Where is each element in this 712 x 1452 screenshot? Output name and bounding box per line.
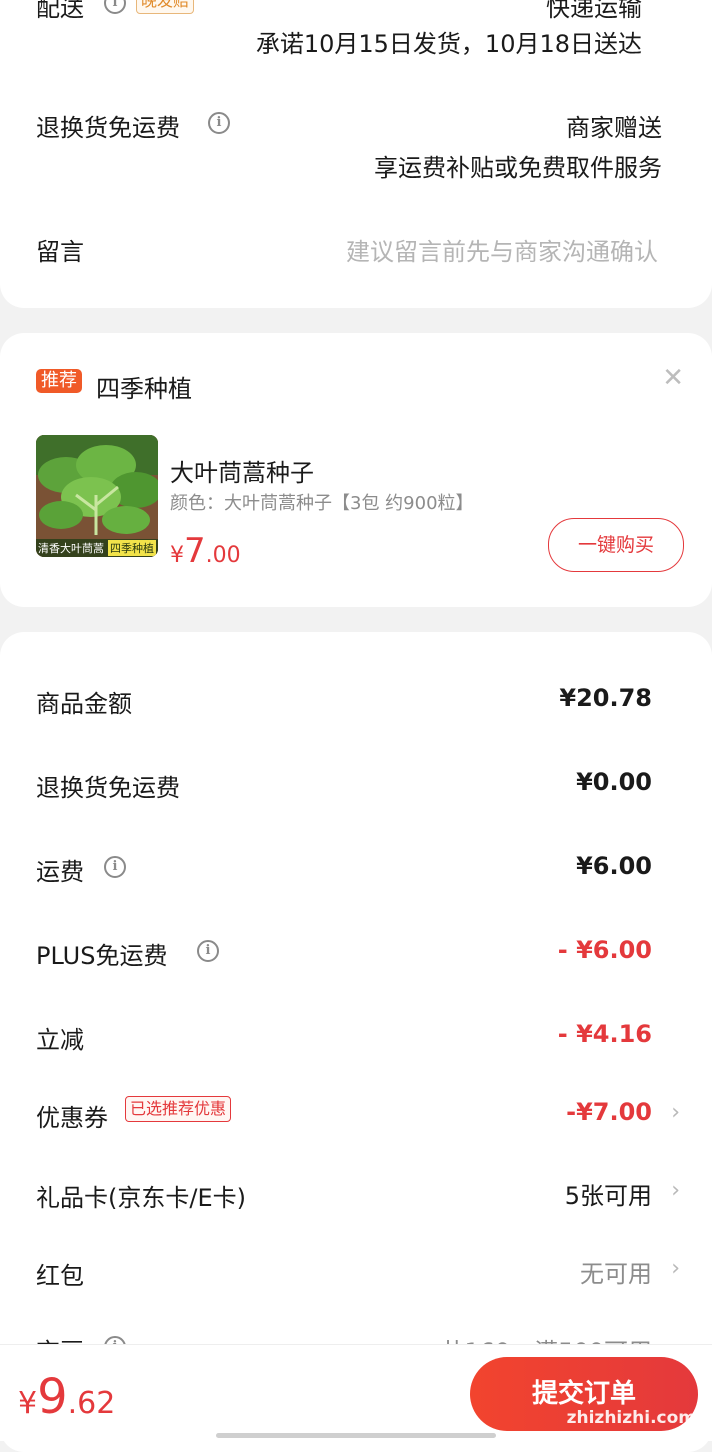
price-symbol: ¥ [170, 543, 184, 568]
one-click-buy-button[interactable]: 一键购买 [548, 518, 684, 572]
delivery-label: 配送 [36, 0, 84, 22]
seedling-icon [36, 435, 158, 557]
total-dec: .62 [67, 1386, 116, 1421]
return-shipping-desc: 享运费补贴或免费取件服务 [374, 154, 662, 182]
message-label: 留言 [36, 238, 84, 266]
red-packet-label: 红包 [36, 1262, 84, 1290]
close-icon[interactable]: ✕ [662, 363, 684, 393]
chevron-right-icon[interactable]: › [671, 1100, 680, 1125]
delivery-card: 配送 i 晚发赔 快递运输 承诺10月15日发货，10月18日送达 退换货免运费… [0, 0, 712, 308]
watermark-logo: zhizhizhi.com [560, 1356, 700, 1428]
info-icon[interactable]: i [104, 856, 126, 878]
image-caption-left: 清香大叶茼蒿 [38, 542, 104, 555]
price-int: 7 [184, 531, 206, 571]
return-fee-value: ¥0.00 [576, 768, 652, 796]
goods-amount-label: 商品金额 [36, 690, 132, 718]
freight-label: 运费 [36, 858, 84, 886]
delivery-method[interactable]: 快递运输 [546, 0, 642, 23]
instant-discount-label: 立减 [36, 1026, 84, 1054]
delivery-promise: 承诺10月15日发货，10月18日送达 [255, 30, 642, 58]
plus-free-shipping-value: - ¥6.00 [557, 936, 652, 964]
info-icon[interactable]: i [197, 940, 219, 962]
message-input[interactable]: 建议留言前先与商家沟通确认 [346, 232, 658, 267]
late-delivery-badge: 晚发赔 [136, 0, 195, 14]
coupon-label: 优惠券 [36, 1104, 108, 1132]
coupon-value[interactable]: -¥7.00 [566, 1098, 652, 1126]
freight-value: ¥6.00 [576, 852, 652, 880]
price-dec: .00 [205, 543, 241, 568]
image-caption-right: 四季种植 [108, 540, 156, 556]
instant-discount-value: - ¥4.16 [557, 1020, 652, 1048]
product-price: ¥7.00 [170, 531, 241, 571]
product-image[interactable]: 清香大叶茼蒿 四季种植 [36, 435, 158, 557]
shop-name[interactable]: 四季种植 [96, 369, 192, 404]
total-symbol: ¥ [18, 1386, 38, 1421]
total-price: ¥9.62 [18, 1369, 115, 1425]
gift-card-label: 礼品卡(京东卡/E卡) [36, 1184, 246, 1212]
total-int: 9 [37, 1369, 68, 1425]
home-indicator [216, 1433, 496, 1438]
plus-free-shipping-label: PLUS免运费 [36, 942, 168, 970]
watermark-text: zhizhizhi.com [566, 1408, 696, 1428]
recommend-badge: 推荐 [36, 369, 82, 393]
red-packet-value[interactable]: 无可用 [580, 1254, 652, 1289]
gift-card-value[interactable]: 5张可用 [565, 1176, 652, 1211]
recommend-card: 推荐 四季种植 ✕ 清香大叶茼蒿 四季种植 大叶茼蒿种子 颜色：大叶茼蒿种子【3… [0, 333, 712, 607]
coupon-tag: 已选推荐优惠 [125, 1096, 232, 1122]
product-name[interactable]: 大叶茼蒿种子 [170, 453, 314, 488]
chevron-right-icon[interactable]: › [671, 1256, 680, 1281]
return-shipping-value: 商家赠送 [566, 114, 662, 142]
price-summary-card: 商品金额 ¥20.78 退换货免运费 ¥0.00 运费 i ¥6.00 PLUS… [0, 632, 712, 1452]
info-icon[interactable]: i [104, 0, 126, 14]
chevron-right-icon[interactable]: › [671, 1178, 680, 1203]
info-icon[interactable]: i [208, 112, 230, 134]
product-spec: 颜色：大叶茼蒿种子【3包 约900粒】 [170, 493, 474, 514]
return-fee-label: 退换货免运费 [36, 774, 180, 802]
goods-amount-value: ¥20.78 [559, 684, 652, 712]
return-shipping-label: 退换货免运费 [36, 114, 180, 142]
